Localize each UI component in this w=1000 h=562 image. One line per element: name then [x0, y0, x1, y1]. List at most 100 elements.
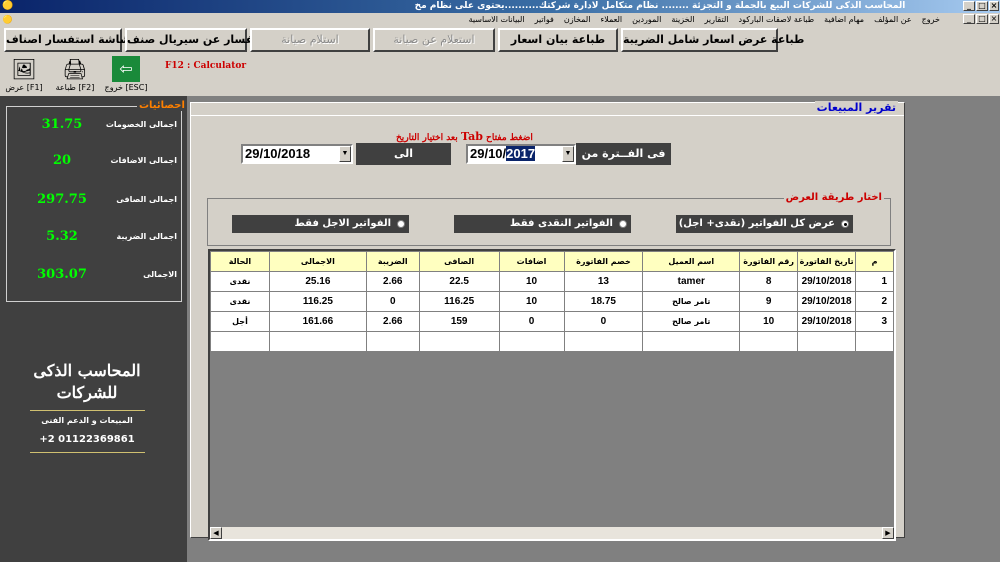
cell[interactable] [563, 331, 644, 352]
close-button[interactable]: × [989, 1, 999, 11]
column-header[interactable]: تاريخ الفاتورة [797, 251, 857, 272]
maintenance-inquiry-button[interactable]: استعلام عن صيانة [373, 28, 495, 52]
cell[interactable]: 2 [855, 291, 894, 312]
cell[interactable]: 10 [739, 311, 799, 332]
cell[interactable]: 10 [498, 291, 565, 312]
cell[interactable]: 13 [563, 271, 644, 292]
menu-invoices[interactable]: فواتير [535, 13, 554, 26]
menu-treasury[interactable]: الخزينة [671, 13, 694, 26]
cell[interactable] [642, 331, 741, 352]
print-tool[interactable]: 🖨 طباعة [F2] [53, 56, 97, 96]
cell[interactable]: 116.25 [418, 291, 500, 312]
menu-suppliers[interactable]: الموردين [632, 13, 661, 26]
cell[interactable]: 0 [365, 291, 420, 312]
horizontal-scrollbar[interactable]: ◀ ▶ [210, 527, 894, 539]
date-to-picker[interactable]: 29/10/2018 ▼ [241, 144, 353, 164]
mdi-close-button[interactable]: × [989, 14, 999, 24]
menu-stores[interactable]: المخازن [564, 13, 591, 26]
cell[interactable]: 2.66 [365, 311, 420, 332]
cell[interactable]: 9 [739, 291, 799, 312]
cell[interactable]: 0 [563, 311, 644, 332]
menu-reports[interactable]: التقارير [704, 13, 728, 26]
cell[interactable]: تامر صالح [642, 311, 741, 332]
menu-exit[interactable]: خروج [922, 13, 940, 26]
scroll-left-icon[interactable]: ◀ [210, 527, 222, 539]
mode-all-invoices[interactable]: عرض كل الفواتير (نقدى+ اجل) [676, 215, 853, 233]
menu-about[interactable]: عن المؤلف [874, 13, 912, 26]
cell[interactable]: tamer [642, 271, 741, 292]
cell[interactable] [797, 331, 857, 352]
maximize-button[interactable]: □ [976, 1, 988, 11]
menu-barcode-labels[interactable]: طباعة لاصقات الباركود [739, 13, 815, 26]
print-price-list-button[interactable]: طباعة بيان اسعار [498, 28, 618, 52]
view-tool[interactable]: 🖼 عرض [F1] [2, 56, 46, 96]
table-row[interactable]: 1 29/10/2018 8 tamer 13 10 22.5 2.66 25.… [210, 271, 894, 292]
menu-extra-tasks[interactable]: مهام اضافية [824, 13, 864, 26]
cell[interactable]: نقدى [210, 271, 270, 292]
column-header[interactable]: الصافى [418, 251, 500, 272]
date-from-picker[interactable]: 29/10/2017 ▼ [466, 144, 576, 164]
menu-bar: 🟡 البيانات الاساسية فواتير المخازن العمل… [0, 13, 1000, 26]
cell[interactable] [268, 331, 367, 352]
print-price-with-tax-button[interactable]: طباعة عرض اسعار شامل الضريبة [621, 28, 804, 52]
cell[interactable]: 22.5 [418, 271, 500, 292]
stat-total-additions: 20 اجمالى الاضافات [7, 153, 183, 173]
radio-selected-icon[interactable] [841, 220, 849, 228]
maintenance-receive-button[interactable]: استلام صيانة [250, 28, 370, 52]
cell[interactable]: 0 [498, 311, 565, 332]
cell[interactable]: تامر صالح [642, 291, 741, 312]
invoices-grid[interactable]: م تاريخ الفاتورة رقم الفاتورة اسم العميل… [208, 249, 896, 541]
menu-customers[interactable]: العملاء [600, 13, 622, 26]
cell[interactable]: نقدى [210, 291, 270, 312]
cell[interactable]: أجل [210, 311, 270, 332]
cell[interactable] [739, 331, 799, 352]
mdi-maximize-button[interactable]: □ [976, 14, 988, 24]
cell[interactable]: 29/10/2018 [797, 291, 857, 312]
cell[interactable]: 29/10/2018 [797, 271, 857, 292]
divider [30, 452, 145, 453]
cell[interactable] [498, 331, 565, 352]
cell[interactable]: 161.66 [268, 311, 367, 332]
table-row[interactable]: 3 29/10/2018 10 تامر صالح 0 0 159 2.66 1… [210, 311, 894, 332]
cell[interactable]: 1 [855, 271, 894, 292]
radio-icon[interactable] [397, 220, 405, 228]
column-header[interactable]: الحالة [210, 251, 270, 272]
chevron-down-icon[interactable]: ▼ [562, 146, 574, 162]
divider [30, 410, 145, 411]
cell[interactable]: 29/10/2018 [797, 311, 857, 332]
scroll-right-icon[interactable]: ▶ [882, 527, 894, 539]
column-header[interactable]: اضافات [498, 251, 565, 272]
table-row-empty[interactable] [210, 331, 894, 352]
cell[interactable]: 8 [739, 271, 799, 292]
radio-icon[interactable] [619, 220, 627, 228]
exit-tool[interactable]: ⇦ خروج [ESC] [104, 56, 148, 96]
cell[interactable]: 3 [855, 311, 894, 332]
column-header[interactable]: اسم العميل [642, 251, 741, 272]
chevron-down-icon[interactable]: ▼ [339, 146, 351, 162]
column-header[interactable]: م [855, 251, 894, 272]
cell[interactable]: 25.16 [268, 271, 367, 292]
mdi-minimize-button[interactable]: _ [963, 14, 975, 24]
cell[interactable] [418, 331, 500, 352]
column-header[interactable]: رقم الفاتورة [739, 251, 799, 272]
serial-inquiry-button[interactable]: استفسار عن سيريال صنف [125, 28, 273, 52]
minimize-button[interactable]: _ [963, 1, 975, 11]
cell[interactable]: 159 [418, 311, 500, 332]
column-header[interactable]: الاجمالى [268, 251, 367, 272]
cell[interactable]: 2.66 [365, 271, 420, 292]
cell[interactable]: 18.75 [563, 291, 644, 312]
mode-cash-invoices[interactable]: الفواتير النقدى فقط [454, 215, 631, 233]
cell[interactable] [855, 331, 894, 352]
cell[interactable] [365, 331, 420, 352]
cell[interactable] [210, 331, 270, 352]
column-header[interactable]: خصم الفاتورة [563, 251, 644, 272]
mode-credit-invoices[interactable]: الفواتير الاجل فقط [232, 215, 409, 233]
cell[interactable]: 116.25 [268, 291, 367, 312]
support-label: المبيعات و الدعم الفنى [41, 416, 133, 425]
table-row[interactable]: 2 29/10/2018 9 تامر صالح 18.75 10 116.25… [210, 291, 894, 312]
toolbar: 🖼 عرض [F1] 🖨 طباعة [F2] ⇦ خروج [ESC] F12… [0, 56, 1000, 96]
cell[interactable]: 10 [498, 271, 565, 292]
items-inquiry-screen-button[interactable]: شاشة استفسار اصناف [4, 28, 131, 52]
column-header[interactable]: الضريبة [365, 251, 420, 272]
menu-basic-data[interactable]: البيانات الاساسية [469, 13, 525, 26]
